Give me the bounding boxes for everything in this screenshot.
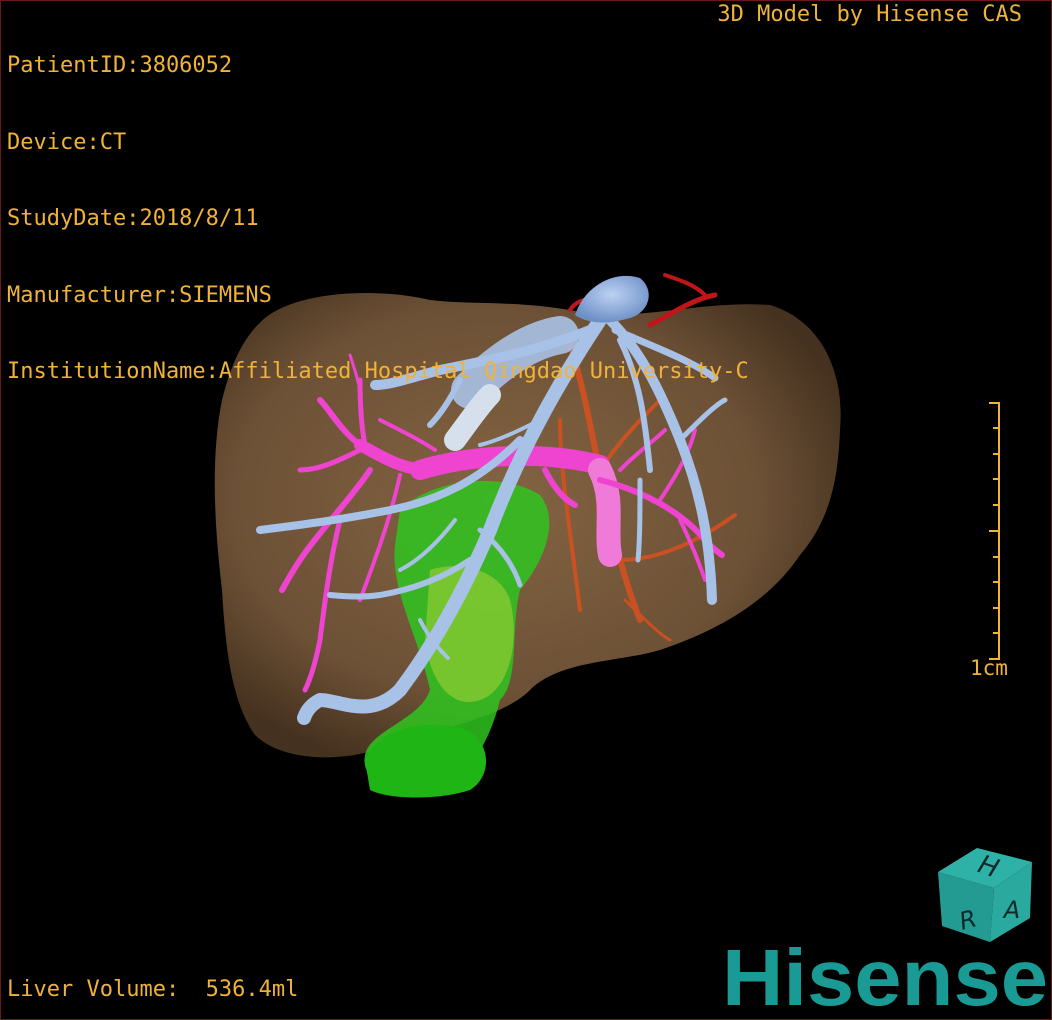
orientation-cube[interactable]: H R A xyxy=(932,842,1042,946)
liver-volume: Liver Volume: 536.4ml xyxy=(7,977,299,1002)
dicom-info-overlay: PatientID:3806052 Device:CT StudyDate:20… xyxy=(7,2,749,410)
scale-bar xyxy=(989,402,1000,660)
device-type: Device:CT xyxy=(7,129,127,155)
scale-bar-label: 1cm xyxy=(970,656,1008,680)
model-credit: 3D Model by Hisense CAS xyxy=(717,2,1022,27)
hisense-logo: Hisense xyxy=(722,935,1048,1015)
brand-wordmark: Hisense xyxy=(722,935,1048,1015)
patient-id: PatientID:3806052 xyxy=(7,53,233,78)
institution-name: InstitutionName:Affiliated Hospital Qing… xyxy=(7,359,749,384)
manufacturer: Manufacturer:SIEMENS xyxy=(7,282,272,308)
cube-label-right: A xyxy=(1002,896,1020,924)
study-date: StudyDate:2018/8/11 xyxy=(7,206,259,231)
